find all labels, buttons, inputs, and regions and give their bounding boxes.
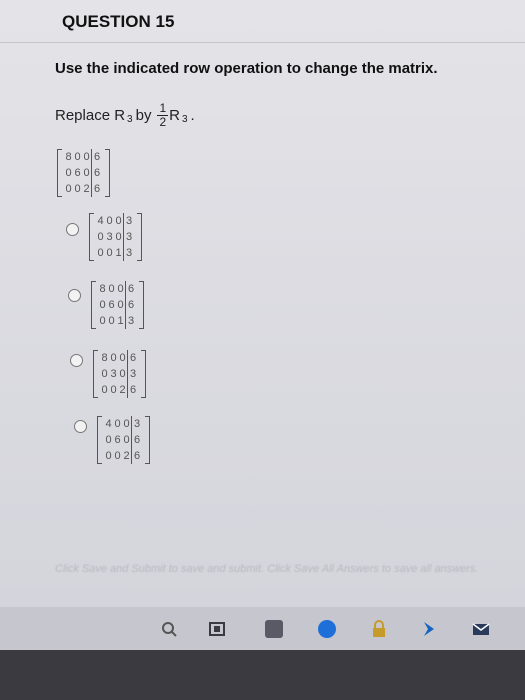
taskbar	[0, 607, 525, 650]
matrix-cell: 6	[131, 432, 143, 448]
matrix-cell: 0	[74, 151, 81, 163]
matrix-cell: 0	[99, 315, 106, 327]
operation-prefix: Replace R	[55, 107, 126, 124]
matrix-cell: 2	[119, 384, 126, 396]
matrix-cell: 0	[119, 352, 126, 364]
matrix-cell: 6	[131, 448, 143, 464]
matrix-cell: 0	[117, 283, 124, 295]
vpn-icon[interactable]	[420, 620, 438, 638]
matrix-cell: 2	[83, 183, 90, 195]
matrix-cell: 0	[65, 183, 72, 195]
matrix-cell: 6	[114, 434, 121, 446]
edge-browser-icon[interactable]	[208, 620, 226, 638]
matrix-cell: 0	[110, 352, 117, 364]
operation-target: R	[169, 107, 180, 124]
matrix-cell: 0	[110, 384, 117, 396]
matrix-cell: 4	[97, 215, 104, 227]
matrix-cell: 0	[99, 299, 106, 311]
matrix-cell: 8	[65, 151, 72, 163]
matrix-cell: 4	[105, 418, 112, 430]
operation-by: by	[135, 107, 152, 124]
matrix-cell: 0	[114, 418, 121, 430]
option-3-radio[interactable]	[70, 354, 83, 367]
row-operation-text: Replace R 3 by 1 2 R 3 .	[55, 102, 195, 129]
matrix-cell: 0	[117, 299, 124, 311]
matrix-cell: 0	[123, 434, 130, 446]
matrix-cell: 0	[115, 231, 122, 243]
mail-icon[interactable]	[472, 620, 490, 638]
matrix-cell: 6	[125, 297, 137, 313]
matrix-cell: 6	[127, 382, 139, 398]
option-2-matrix: 8 0 0 6 0 6 0 6 0 0 1 3	[91, 281, 144, 329]
question-title: QUESTION 15	[62, 12, 175, 31]
operation-end: .	[190, 107, 195, 124]
fraction-denominator: 2	[159, 115, 167, 129]
matrix-cell: 0	[119, 368, 126, 380]
matrix-cell: 3	[123, 245, 135, 261]
matrix-cell: 6	[91, 181, 103, 197]
matrix-cell: 8	[99, 283, 106, 295]
option-4-matrix: 4 0 0 3 0 6 0 6 0 0 2 6	[97, 416, 150, 464]
matrix-cell: 0	[105, 450, 112, 462]
matrix-cell: 3	[127, 366, 139, 382]
matrix-cell: 0	[74, 183, 81, 195]
matrix-cell: 3	[110, 368, 117, 380]
matrix-cell: 6	[74, 167, 81, 179]
matrix-cell: 3	[123, 229, 135, 245]
matrix-cell: 2	[123, 450, 130, 462]
matrix-cell: 0	[97, 247, 104, 259]
matrix-cell: 6	[108, 299, 115, 311]
option-2-radio[interactable]	[68, 289, 81, 302]
fraction-numerator: 1	[157, 101, 169, 116]
matrix-cell: 1	[117, 315, 124, 327]
matrix-cell: 3	[125, 313, 137, 329]
matrix-cell: 1	[115, 247, 122, 259]
given-matrix: 8 0 0 6 0 6 0 6 0 0 2 6	[57, 149, 110, 197]
question-header: QUESTION 15	[0, 0, 525, 43]
matrix-cell: 0	[106, 247, 113, 259]
matrix-cell: 0	[123, 418, 130, 430]
matrix-cell: 0	[83, 151, 90, 163]
matrix-cell: 3	[131, 416, 143, 432]
matrix-cell: 3	[123, 213, 135, 229]
operation-row: 3	[127, 114, 133, 125]
matrix-cell: 3	[106, 231, 113, 243]
matrix-cell: 6	[91, 149, 103, 165]
operation-target-row: 3	[181, 114, 188, 125]
matrix-cell: 0	[108, 283, 115, 295]
option-3-matrix: 8 0 0 6 0 3 0 3 0 0 2 6	[93, 350, 146, 398]
option-4-radio[interactable]	[74, 420, 87, 433]
matrix-cell: 0	[114, 450, 121, 462]
option-1-radio[interactable]	[66, 223, 79, 236]
matrix-cell: 8	[101, 352, 108, 364]
matrix-cell: 0	[83, 167, 90, 179]
matrix-cell: 0	[106, 215, 113, 227]
matrix-cell: 0	[108, 315, 115, 327]
screen-bezel	[0, 650, 525, 700]
matrix-cell: 0	[101, 368, 108, 380]
matrix-cell: 0	[101, 384, 108, 396]
matrix-cell: 6	[91, 165, 103, 181]
lock-icon[interactable]	[370, 620, 388, 638]
matrix-cell: 0	[115, 215, 122, 227]
matrix-cell: 0	[97, 231, 104, 243]
file-explorer-icon[interactable]	[265, 620, 283, 638]
instruction-text: Use the indicated row operation to chang…	[55, 60, 438, 77]
matrix-cell: 0	[105, 434, 112, 446]
option-1-matrix: 4 0 0 3 0 3 0 3 0 0 1 3	[89, 213, 142, 261]
search-icon[interactable]	[160, 620, 178, 638]
matrix-cell: 6	[127, 350, 139, 366]
fraction: 1 2	[157, 101, 169, 129]
store-icon[interactable]	[318, 620, 336, 638]
save-instructions: Click Save and Submit to save and submit…	[55, 563, 479, 575]
matrix-cell: 6	[125, 281, 137, 297]
matrix-cell: 0	[65, 167, 72, 179]
